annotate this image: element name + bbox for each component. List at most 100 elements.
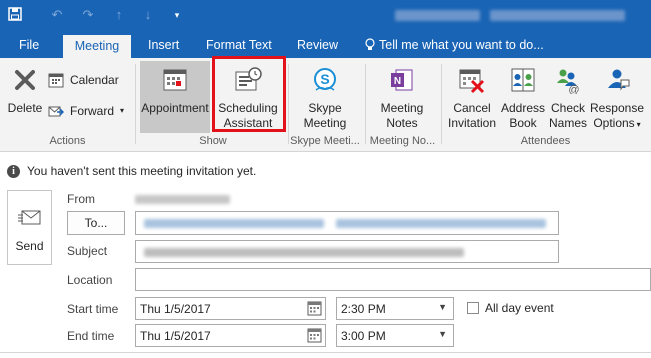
tab-meeting[interactable]: Meeting [63, 35, 131, 58]
address-book-label: Address Book [500, 101, 546, 131]
appointment-icon [163, 69, 187, 91]
response-options-label: Response Options ▾ [589, 101, 645, 132]
check-names-icon: @ [557, 69, 580, 94]
group-label-attendees: Attendees [520, 135, 571, 147]
all-day-label: All day event [485, 301, 554, 315]
svg-text:@: @ [568, 84, 579, 94]
end-date-value: Thu 1/5/2017 [140, 329, 211, 343]
to-button[interactable]: To... [67, 211, 125, 235]
to-field[interactable] [135, 211, 559, 235]
delete-button[interactable]: Delete [3, 61, 47, 133]
skype-meeting-button[interactable]: S Skype Meeting [290, 61, 360, 133]
save-icon[interactable] [7, 7, 23, 25]
response-options-button[interactable]: Response Options ▾ [589, 61, 645, 133]
cancel-invitation-icon [459, 69, 485, 94]
end-time-dropdown-icon[interactable]: ▼ [438, 329, 447, 339]
group-label-meeting-notes: Meeting No... [369, 135, 436, 147]
appointment-button[interactable]: Appointment [140, 61, 210, 133]
end-time-value: 3:00 PM [341, 329, 386, 343]
tell-me-text: Tell me what you want to do... [379, 38, 544, 52]
address-book-icon [511, 68, 535, 92]
calendar-icon [48, 73, 64, 88]
send-button[interactable]: Send [7, 190, 52, 265]
group-label-skype: Skype Meeti... [290, 135, 360, 147]
response-label-text: Options [593, 116, 635, 130]
customize-icon[interactable]: ▾ [169, 7, 185, 23]
window-title-redacted-2 [490, 10, 625, 21]
address-label-line1: Address [500, 101, 546, 115]
address-book-button[interactable]: Address Book [500, 61, 546, 133]
skype-label-line2: Meeting [303, 116, 347, 130]
lightbulb-icon [365, 33, 375, 58]
redo-icon[interactable]: ↷ [80, 7, 96, 23]
send-label: Send [15, 239, 44, 253]
svg-text:S: S [320, 71, 329, 87]
highlight-box [212, 56, 286, 132]
tab-review[interactable]: Review [288, 33, 347, 58]
subject-field[interactable] [135, 240, 559, 263]
start-time-label: Start time [67, 302, 119, 316]
subject-value-redacted [144, 248, 464, 257]
end-time-label: End time [67, 329, 115, 343]
notes-label-line2: Notes [386, 116, 418, 130]
tab-format-text[interactable]: Format Text [197, 33, 281, 58]
svg-text:N: N [394, 76, 401, 87]
start-time-dropdown-icon[interactable]: ▼ [438, 302, 447, 312]
onenote-icon: N [391, 69, 413, 91]
info-bar: i You haven't sent this meeting invitati… [0, 152, 651, 188]
response-label-line2: Options ▾ [589, 116, 645, 132]
response-options-icon [608, 69, 630, 91]
check-label-line1: Check [550, 101, 585, 115]
skype-icon: S [314, 68, 336, 91]
start-date-value: Thu 1/5/2017 [140, 302, 211, 316]
up-arrow-icon[interactable]: ↑ [111, 7, 127, 23]
response-dropdown-icon[interactable]: ▾ [637, 120, 641, 129]
address-label-line2: Book [509, 116, 537, 130]
check-names-button[interactable]: @ Check Names [546, 61, 590, 133]
window-title-redacted [395, 10, 480, 21]
to-recipient-redacted [144, 219, 324, 228]
info-bar-text: You haven't sent this meeting invitation… [27, 164, 257, 178]
forward-dropdown-icon[interactable]: ▾ [120, 100, 124, 122]
group-label-show: Show [199, 135, 227, 147]
cancel-invitation-label: Cancel Invitation [444, 101, 500, 131]
skype-label-line1: Skype [308, 101, 342, 115]
all-day-checkbox[interactable] [467, 302, 479, 314]
calendar-button[interactable]: Calendar [48, 69, 128, 91]
meeting-notes-button[interactable]: N Meeting Notes [367, 61, 437, 133]
group-label-actions: Actions [49, 135, 86, 147]
start-time-value: 2:30 PM [341, 302, 386, 316]
info-icon: i [7, 165, 20, 178]
calendar-label: Calendar [70, 73, 119, 87]
cancel-invitation-button[interactable]: Cancel Invitation [444, 61, 500, 133]
forward-button[interactable]: Forward ▾ [48, 100, 133, 122]
from-label: From [67, 192, 95, 206]
start-time-field[interactable]: 2:30 PM ▼ [336, 297, 454, 320]
forward-icon [48, 106, 64, 117]
down-arrow-icon[interactable]: ↓ [140, 7, 156, 23]
tell-me-box[interactable]: Tell me what you want to do... [356, 33, 553, 58]
undo-icon[interactable]: ↶ [49, 7, 65, 23]
group-separator [288, 64, 289, 144]
subject-label: Subject [67, 244, 108, 258]
delete-x-icon [15, 70, 35, 90]
response-label-line1: Response [589, 101, 645, 115]
end-time-field[interactable]: 3:00 PM ▼ [336, 324, 454, 347]
title-bar: ↶ ↷ ↑ ↓ ▾ [0, 0, 651, 33]
end-date-field[interactable]: Thu 1/5/2017 [135, 324, 326, 347]
location-field[interactable] [135, 268, 651, 291]
notes-label-line1: Meeting [380, 101, 424, 115]
end-date-calendar-icon[interactable] [307, 328, 322, 346]
ribbon-tabs: File Meeting Insert Format Text Review T… [0, 33, 651, 58]
location-label: Location [67, 273, 113, 287]
cancel-label-line2: Invitation [447, 116, 497, 130]
appointment-label: Appointment [141, 101, 209, 115]
meeting-notes-label: Meeting Notes [367, 101, 437, 131]
tab-file[interactable]: File [10, 33, 48, 58]
divider [0, 352, 651, 353]
start-date-field[interactable]: Thu 1/5/2017 [135, 297, 326, 320]
start-date-calendar-icon[interactable] [307, 301, 322, 319]
tab-insert[interactable]: Insert [139, 33, 188, 58]
group-separator [365, 64, 366, 144]
check-label-line2: Names [548, 116, 587, 130]
